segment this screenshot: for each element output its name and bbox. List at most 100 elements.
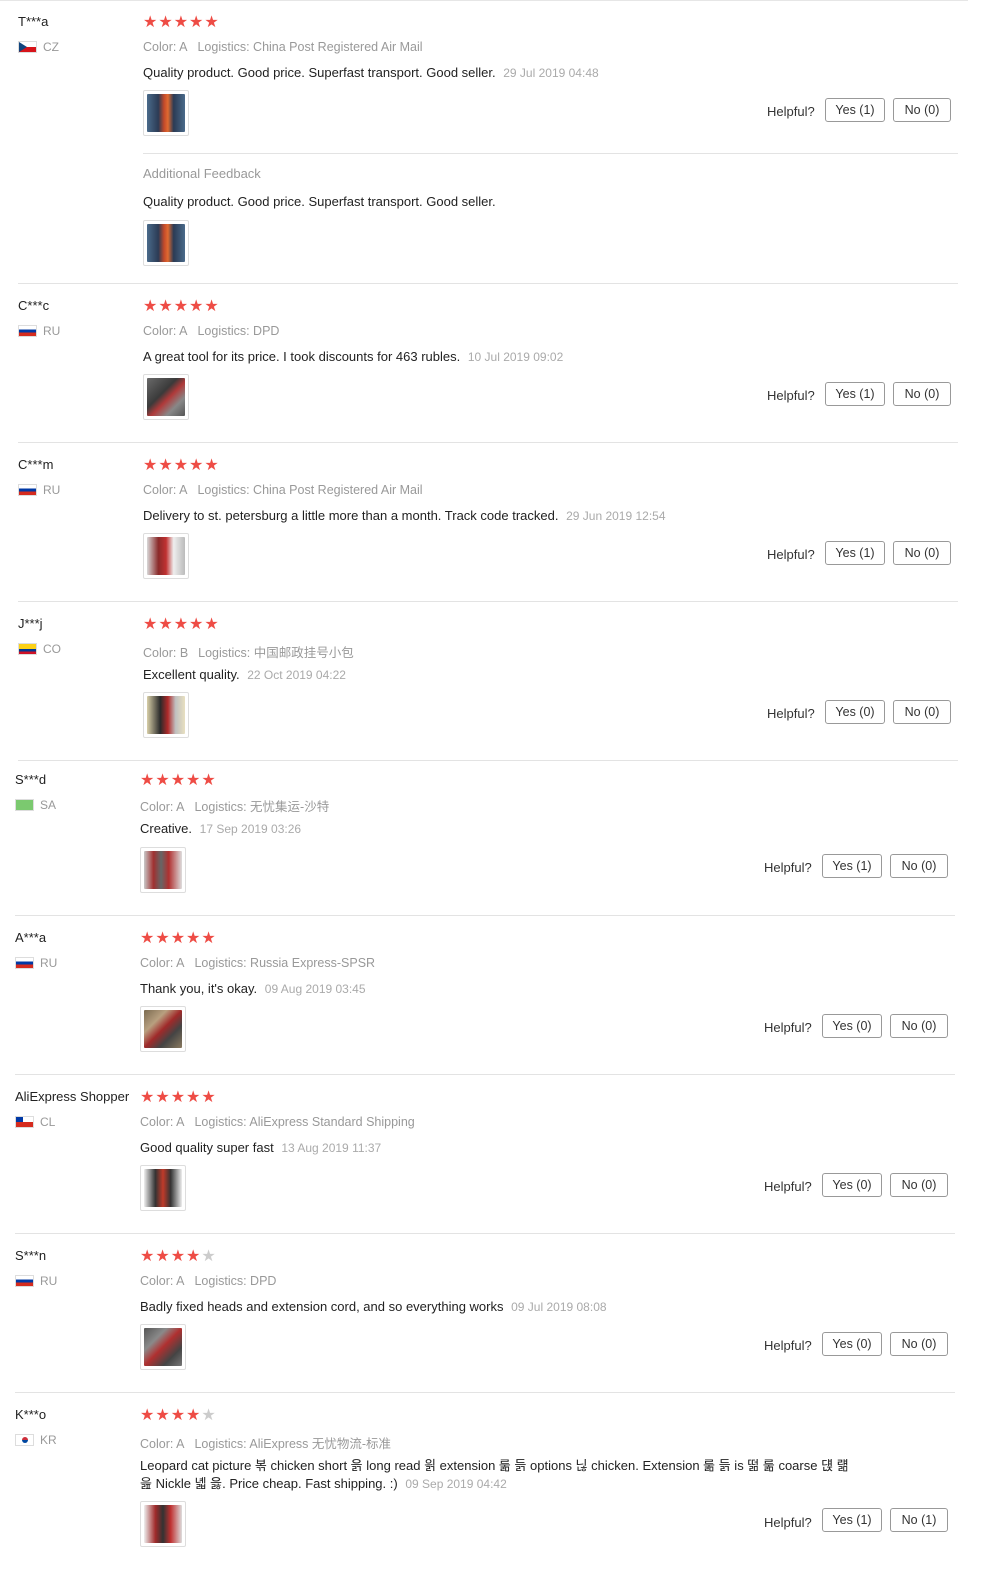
review-photo[interactable]	[143, 692, 189, 738]
helpful-label: Helpful?	[764, 860, 812, 875]
helpful-yes-button[interactable]: Yes (1)	[825, 382, 885, 406]
flag-icon	[15, 957, 34, 969]
star-rating: ★★★★★	[140, 930, 217, 948]
helpful-yes-button[interactable]: Yes (1)	[822, 1508, 882, 1532]
helpful-yes-button[interactable]: Yes (0)	[822, 1014, 882, 1038]
review-text: Delivery to st. petersburg a little more…	[143, 507, 863, 525]
helpful-no-button[interactable]: No (0)	[893, 541, 951, 565]
helpful-no-button[interactable]: No (1)	[890, 1508, 948, 1532]
reviewer-country: KR	[15, 1433, 57, 1447]
helpful-no-button[interactable]: No (0)	[893, 700, 951, 724]
logistics-info: Logistics: AliExpress Standard Shipping	[194, 1115, 415, 1129]
review-date: 09 Jul 2019 08:08	[511, 1300, 607, 1314]
star-icon: ★	[173, 457, 190, 474]
reviewer-country: SA	[15, 798, 56, 812]
star-icon: ★	[204, 457, 220, 474]
helpful-no-button[interactable]: No (0)	[890, 854, 948, 878]
star-icon: ★	[186, 1089, 202, 1106]
star-rating: ★★★★★	[143, 457, 220, 475]
review-content: Thank you, it's okay.	[140, 981, 258, 996]
review-date: 09 Sep 2019 04:42	[405, 1477, 507, 1491]
review-photo[interactable]	[143, 220, 189, 266]
logistics-info: Logistics: AliExpress 无忧物流-标准	[194, 1437, 392, 1451]
flag-icon	[15, 1116, 34, 1128]
helpful-no-button[interactable]: No (0)	[893, 382, 951, 406]
color-option: Color: A	[140, 1115, 185, 1129]
review-photo[interactable]	[140, 1324, 186, 1370]
flag-icon	[15, 799, 34, 811]
review-content: Quality product. Good price. Superfast t…	[143, 65, 496, 80]
logistics-info: Logistics: DPD	[194, 1274, 277, 1288]
helpful-label: Helpful?	[767, 547, 815, 562]
helpful-no-button[interactable]: No (0)	[890, 1173, 948, 1197]
review-photo[interactable]	[143, 533, 189, 579]
flag-icon	[18, 643, 37, 655]
review-photo[interactable]	[140, 1006, 186, 1052]
helpful-label: Helpful?	[767, 706, 815, 721]
reviewer-name: T***a	[18, 14, 49, 29]
star-icon: ★	[140, 930, 156, 947]
logistics-info: Logistics: China Post Registered Air Mai…	[197, 483, 423, 497]
helpful-no-button[interactable]: No (0)	[890, 1014, 948, 1038]
flag-icon	[15, 1434, 34, 1446]
reviewer-name: K***o	[15, 1407, 47, 1422]
logistics-info: Logistics: China Post Registered Air Mai…	[197, 40, 423, 54]
star-icon: ★	[143, 298, 159, 315]
star-icon: ★	[158, 616, 174, 633]
star-icon: ★	[201, 930, 217, 947]
review-photo[interactable]	[140, 847, 186, 893]
star-icon: ★	[201, 1089, 217, 1106]
star-rating: ★★★★★	[143, 616, 220, 634]
order-info: Color: A Logistics: AliExpress 无忧物流-标准	[140, 1433, 391, 1452]
star-rating: ★★★★★	[143, 298, 220, 316]
order-info: Color: A Logistics: Russia Express-SPSR	[140, 956, 375, 970]
review-item: A***a RU ★★★★★ Color: A Logistics: Russia…	[15, 916, 965, 1076]
helpful-label: Helpful?	[764, 1338, 812, 1353]
country-code: RU	[40, 956, 58, 970]
star-icon: ★	[155, 1248, 171, 1265]
country-code: CZ	[43, 40, 59, 54]
review-photo[interactable]	[140, 1501, 186, 1547]
helpful-yes-button[interactable]: Yes (0)	[825, 700, 885, 724]
star-icon: ★	[170, 930, 187, 947]
helpful-label: Helpful?	[767, 388, 815, 403]
star-icon: ★	[170, 1089, 187, 1106]
country-code: SA	[40, 798, 57, 812]
color-option: Color: A	[140, 1437, 185, 1451]
reviewer-name: C***c	[18, 298, 50, 313]
review-text: Creative. 17 Sep 2019 03:26	[140, 820, 860, 838]
star-rating: ★★★★★	[140, 1089, 217, 1107]
order-info: Color: A Logistics: DPD	[140, 1274, 276, 1288]
star-icon: ★	[204, 14, 220, 31]
additional-feedback-label: Additional Feedback	[143, 166, 261, 181]
review-item: S***n RU ★★★★★ Color: A Logistics: DPD Ba…	[15, 1234, 965, 1394]
helpful-yes-button[interactable]: Yes (0)	[822, 1332, 882, 1356]
helpful-yes-button[interactable]: Yes (1)	[822, 854, 882, 878]
helpful-no-button[interactable]: No (0)	[890, 1332, 948, 1356]
order-info: Color: B Logistics: 中国邮政挂号小包	[143, 642, 354, 661]
star-icon: ★	[140, 1089, 156, 1106]
order-info: Color: A Logistics: AliExpress Standard S…	[140, 1115, 415, 1129]
helpful-yes-button[interactable]: Yes (1)	[825, 541, 885, 565]
helpful-label: Helpful?	[764, 1020, 812, 1035]
review-item: AliExpress Shopper CL ★★★★★ Color: A Logi…	[15, 1075, 965, 1235]
review-text: Quality product. Good price. Superfast t…	[143, 64, 863, 82]
star-icon: ★	[140, 1407, 156, 1424]
reviewer-country: CO	[18, 642, 61, 656]
review-photo[interactable]	[143, 374, 189, 420]
review-photo[interactable]	[140, 1165, 186, 1211]
helpful-no-button[interactable]: No (0)	[893, 98, 951, 122]
star-icon: ★	[170, 1248, 187, 1265]
review-text: Thank you, it's okay. 09 Aug 2019 03:45	[140, 980, 860, 998]
review-item: C***m RU ★★★★★ Color: A Logistics: China …	[18, 443, 968, 603]
star-empty-icon: ★	[201, 1407, 217, 1424]
star-rating: ★★★★★	[140, 1248, 217, 1266]
reviewer-name: AliExpress Shopper	[15, 1089, 130, 1104]
helpful-yes-button[interactable]: Yes (0)	[822, 1173, 882, 1197]
review-content: A great tool for its price. I took disco…	[143, 349, 461, 364]
star-icon: ★	[140, 772, 156, 789]
review-photo[interactable]	[143, 90, 189, 136]
review-date: 22 Oct 2019 04:22	[247, 668, 346, 682]
helpful-yes-button[interactable]: Yes (1)	[825, 98, 885, 122]
star-icon: ★	[143, 616, 159, 633]
